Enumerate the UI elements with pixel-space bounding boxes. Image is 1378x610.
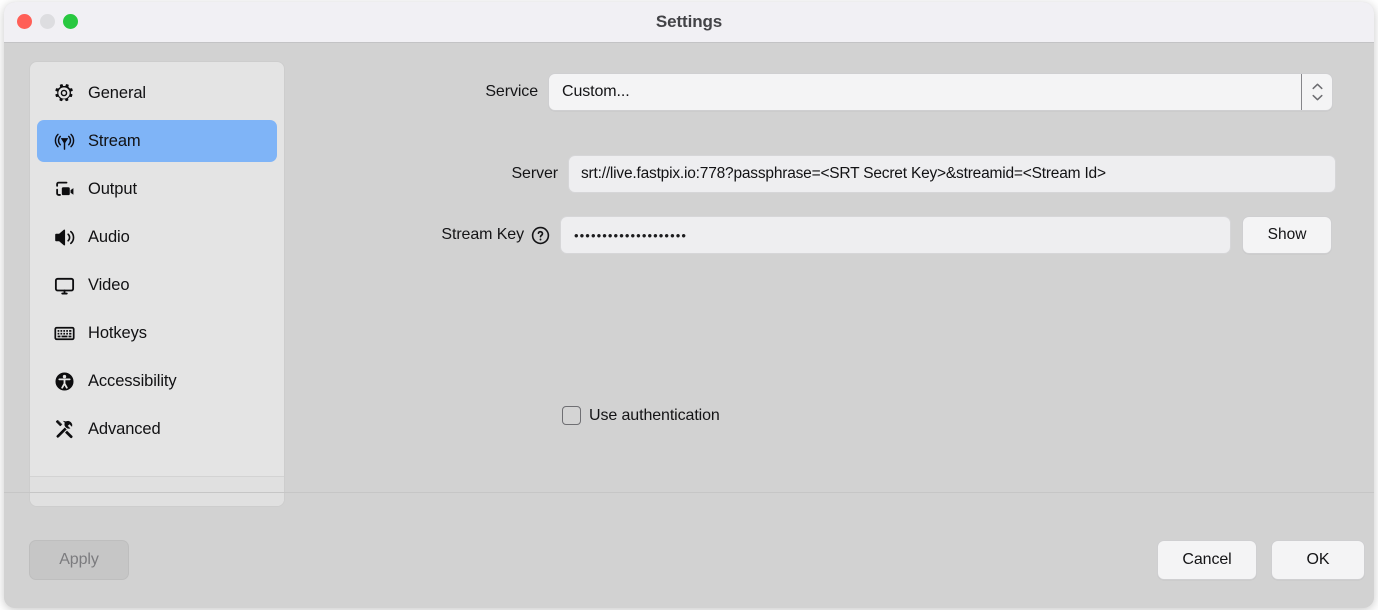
service-row: Service Custom... [304,73,1333,111]
service-select[interactable]: Custom... [548,73,1333,111]
gear-icon [51,80,77,106]
speaker-icon [51,224,77,250]
ok-button[interactable]: OK [1271,540,1365,580]
stream-key-row: Stream Key •••••••••••••••••••• Show [304,216,1332,254]
use-authentication-label: Use authentication [589,406,720,424]
sidebar-item-audio[interactable]: Audio [37,216,277,258]
show-stream-key-button[interactable]: Show [1242,216,1332,254]
sidebar-item-stream[interactable]: Stream [37,120,277,162]
broadcast-icon [51,128,77,154]
sidebar-item-video[interactable]: Video [37,264,277,306]
sidebar-item-advanced[interactable]: Advanced [37,408,277,450]
use-authentication-row[interactable]: Use authentication [562,406,720,425]
sidebar-item-label: Hotkeys [88,323,147,342]
settings-sidebar: General Stream Output Audio Video Hotkey… [29,61,285,507]
server-label: Server [511,165,558,182]
cancel-button[interactable]: Cancel [1157,540,1257,580]
stream-settings-panel: Service Custom... Server srt://live.fast… [304,43,1374,492]
question-mark-circle-icon[interactable] [531,226,550,245]
sidebar-item-accessibility[interactable]: Accessibility [37,360,277,402]
service-label: Service [485,83,538,100]
server-input[interactable]: srt://live.fastpix.io:778?passphrase=<SR… [568,155,1336,193]
chevron-down-icon [1311,94,1323,101]
window-title: Settings [655,12,723,31]
sidebar-item-label: Stream [88,131,141,150]
accessibility-icon [51,368,77,394]
stream-key-label: Stream Key [441,226,524,243]
use-authentication-checkbox[interactable] [562,406,581,425]
sidebar-item-output[interactable]: Output [37,168,277,210]
chevron-up-icon [1311,83,1323,90]
sidebar-item-label: Video [88,275,130,294]
sidebar-item-hotkeys[interactable]: Hotkeys [37,312,277,354]
sidebar-item-label: Audio [88,227,130,246]
dialog-footer: Apply Cancel OK [4,493,1374,608]
sidebar-list: General Stream Output Audio Video Hotkey… [30,62,284,456]
server-row: Server srt://live.fastpix.io:778?passphr… [304,155,1336,193]
sidebar-item-general[interactable]: General [37,72,277,114]
settings-window: Settings General Stream Output Audio Vid… [4,2,1374,608]
titlebar: Settings [4,2,1374,43]
sidebar-item-label: Output [88,179,137,198]
window-content: General Stream Output Audio Video Hotkey… [4,43,1374,608]
service-stepper[interactable] [1301,74,1332,110]
sidebar-item-label: Advanced [88,419,161,438]
apply-button[interactable]: Apply [29,540,129,580]
tools-icon [51,416,77,442]
service-selected-value: Custom... [562,83,630,100]
stream-key-input[interactable]: •••••••••••••••••••• [560,216,1231,254]
sidebar-item-label: Accessibility [88,371,177,390]
video-camera-icon [51,176,77,202]
keyboard-icon [51,320,77,346]
sidebar-item-label: General [88,83,147,102]
monitor-icon [51,272,77,298]
